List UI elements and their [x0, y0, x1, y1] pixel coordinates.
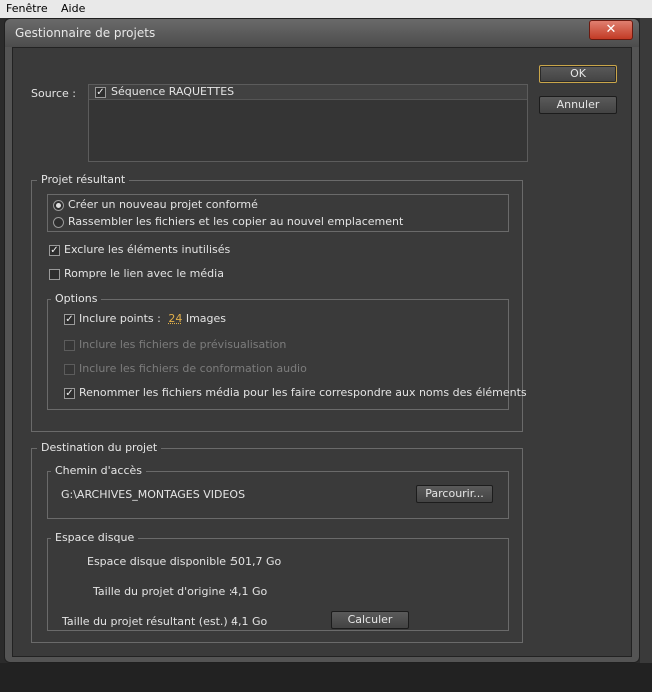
radio-collect-files[interactable]	[53, 217, 64, 228]
include-handles-label: Inclure points : 24 Images	[79, 312, 226, 325]
menu-aide[interactable]: Aide	[61, 2, 85, 15]
background-panel	[640, 18, 652, 678]
source-list[interactable]: ✓ Séquence RAQUETTES	[88, 84, 528, 162]
ok-button[interactable]: OK	[539, 65, 617, 83]
options-legend: Options	[51, 292, 102, 305]
rename-media-label: Renommer les fichiers média pour les fai…	[79, 386, 527, 399]
resulting-size-value: 4,1 Go	[231, 615, 268, 628]
close-icon: ✕	[605, 22, 617, 37]
destination-legend: Destination du projet	[37, 441, 162, 454]
calculate-button[interactable]: Calculer	[331, 611, 409, 629]
include-audio-conform-checkbox	[64, 364, 75, 375]
handles-value[interactable]: 24	[168, 312, 182, 325]
exclude-unused-label: Exclure les éléments inutilisés	[64, 243, 231, 256]
break-link-label: Rompre le lien avec le média	[64, 267, 224, 280]
cancel-button[interactable]: Annuler	[539, 96, 617, 114]
menu-fenetre[interactable]: Fenêtre	[6, 2, 48, 15]
browse-button[interactable]: Parcourir...	[416, 485, 493, 503]
resulting-project-legend: Projet résultant	[37, 173, 130, 186]
background-timeline	[0, 663, 652, 692]
available-space-value: 501,7 Go	[231, 555, 282, 568]
include-preview-checkbox	[64, 340, 75, 351]
source-label: Source :	[31, 87, 76, 100]
path-legend: Chemin d'accès	[51, 464, 147, 477]
close-button[interactable]: ✕	[589, 20, 633, 40]
include-handles-text: Inclure points :	[79, 312, 161, 325]
project-manager-dialog: Gestionnaire de projets ✕ Source : ✓ Séq…	[4, 18, 640, 663]
disk-space-legend: Espace disque	[51, 531, 139, 544]
dialog-body: Source : ✓ Séquence RAQUETTES OK Annuler…	[12, 47, 632, 657]
destination-path: G:\ARCHIVES_MONTAGES VIDEOS	[61, 488, 246, 501]
include-audio-conform-label: Inclure les fichiers de conformation aud…	[79, 362, 307, 375]
exclude-unused-checkbox[interactable]: ✓	[49, 245, 60, 256]
radio-new-project-label: Créer un nouveau projet conformé	[68, 198, 258, 211]
resulting-size-label: Taille du projet résultant (est.) :	[62, 615, 235, 628]
radio-collect-files-label: Rassembler les fichiers et les copier au…	[68, 215, 404, 228]
dialog-title: Gestionnaire de projets	[15, 26, 156, 40]
include-preview-label: Inclure les fichiers de prévisualisation	[79, 338, 287, 351]
rename-media-checkbox[interactable]: ✓	[64, 388, 75, 399]
source-item-label: Séquence RAQUETTES	[111, 85, 235, 98]
available-space-label: Espace disque disponible :	[87, 555, 234, 568]
handles-unit: Images	[185, 312, 227, 325]
dialog-titlebar: Gestionnaire de projets ✕	[5, 19, 639, 47]
include-handles-checkbox[interactable]: ✓	[64, 314, 75, 325]
break-link-checkbox[interactable]	[49, 269, 60, 280]
radio-selected-dot	[56, 203, 61, 208]
radio-new-project[interactable]	[53, 200, 64, 211]
app-menubar: Fenêtre Aide	[0, 0, 652, 18]
original-size-value: 4,1 Go	[231, 585, 268, 598]
source-item-checkbox[interactable]: ✓	[95, 87, 106, 98]
original-size-label: Taille du projet d'origine :	[93, 585, 233, 598]
